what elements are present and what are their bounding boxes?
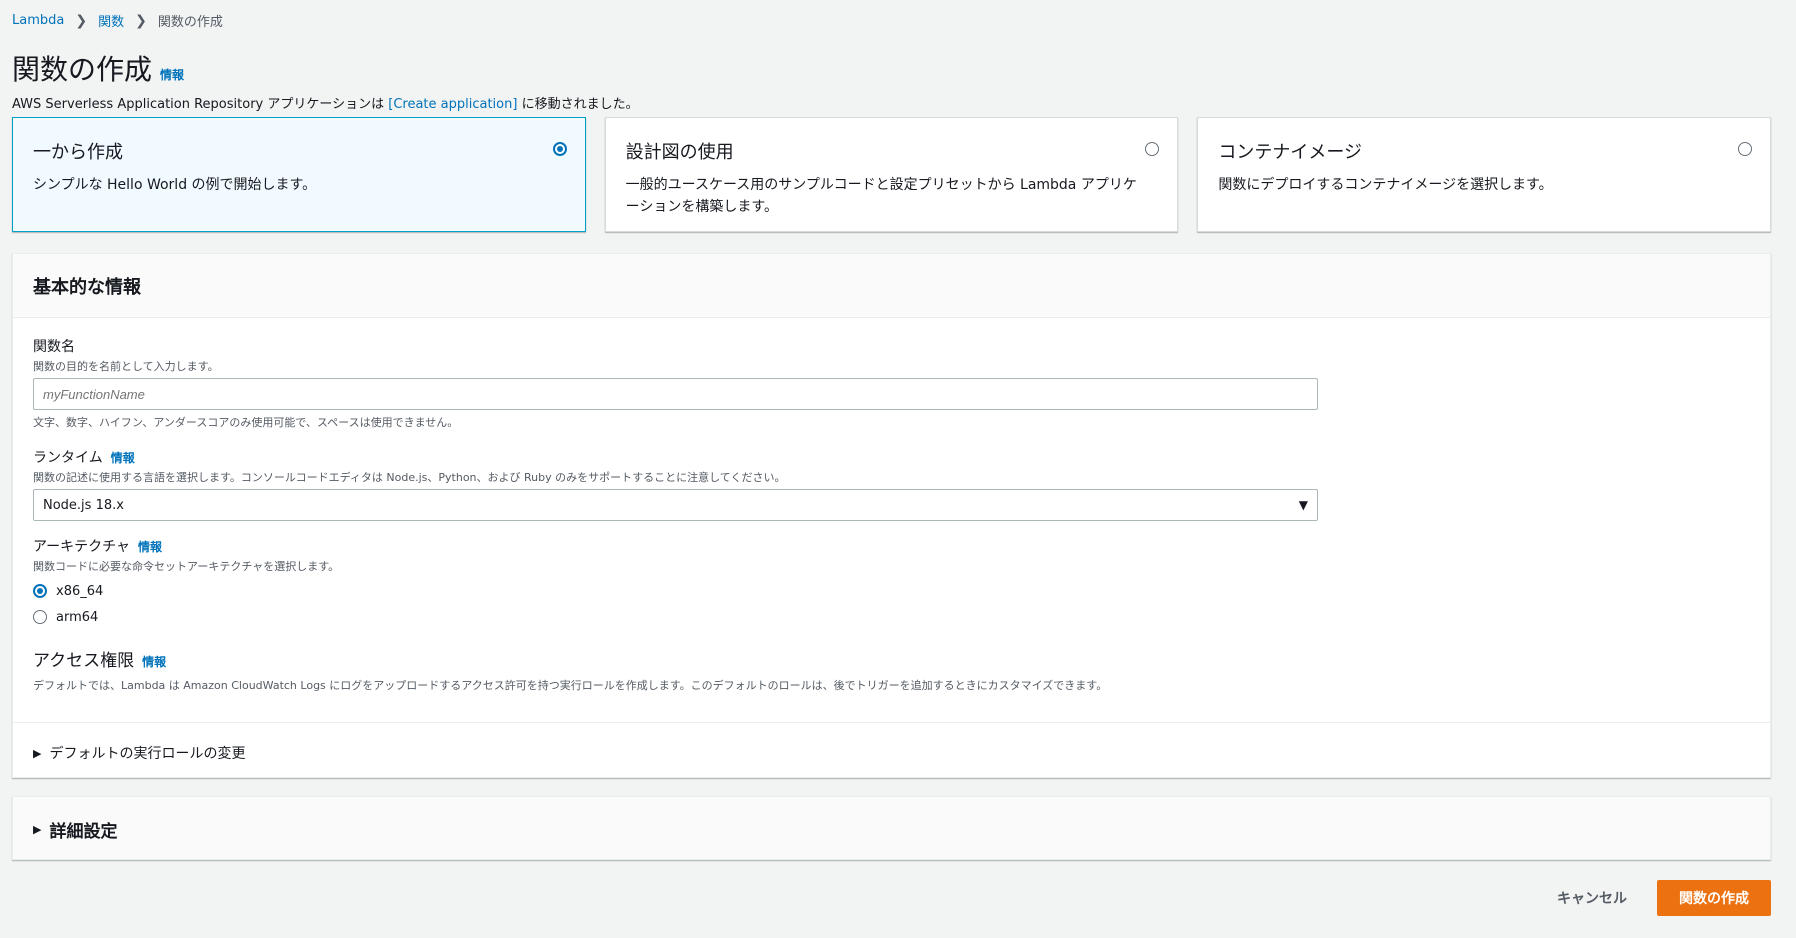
radio-unselected-icon[interactable] [1738,142,1753,156]
tile-description: 関数にデプロイするコンテナイメージを選択します。 [1218,177,1553,193]
radio-unselected-icon[interactable] [33,610,47,624]
creation-option-tiles: 一から作成 シンプルな Hello World の例で開始します。 設計図の使用… [12,117,1772,232]
runtime-label: ランタイム [33,450,103,466]
permissions-desc: デフォルトでは、Lambda は Amazon CloudWatch Logs … [33,679,1108,692]
radio-selected-icon[interactable] [552,142,567,156]
chevron-right-icon: ❯ [135,12,147,29]
function-name-constraint: 文字、数字、ハイフン、アンダースコアのみ使用可能で、スペースは使用できません。 [33,416,459,429]
permissions-label-row: アクセス権限 情報 [33,646,1107,671]
tile-description: シンプルな Hello World の例で開始します。 [33,177,317,193]
tile-title: 設計図の使用 [625,142,734,163]
basic-info-title: 基本的な情報 [33,276,141,298]
create-function-button[interactable]: 関数の作成 [1657,880,1771,916]
breadcrumb-functions-link[interactable]: 関数 [98,11,124,30]
permissions-info-link[interactable]: 情報 [142,653,166,670]
tile-author-from-scratch[interactable]: 一から作成 シンプルな Hello World の例で開始します。 [12,117,586,232]
runtime-field: ランタイム 情報 関数の記述に使用する言語を選択します。コンソールコードエディタ… [33,447,1318,521]
architecture-info-link[interactable]: 情報 [138,538,162,555]
form-actions: キャンセル 関数の作成 [1537,880,1771,916]
page-header: 関数の作成 情報 [12,48,184,88]
function-name-input[interactable] [33,378,1318,410]
radio-selected-icon[interactable] [33,584,47,598]
architecture-label: アーキテクチャ [33,539,131,555]
runtime-info-link[interactable]: 情報 [111,449,135,466]
notice-prefix: AWS Serverless Application Repository アプ… [12,97,389,112]
tile-title: 一から作成 [33,142,123,163]
permissions-label: アクセス権限 [33,651,135,671]
architecture-option-label: x86_64 [56,583,104,599]
notice-suffix: に移動されました。 [517,97,639,112]
advanced-settings-expander[interactable]: ▶ 詳細設定 [33,817,117,842]
tile-title: コンテナイメージ [1218,142,1362,163]
change-default-role-label: デフォルトの実行ロールの変更 [49,746,246,762]
create-application-link[interactable]: [Create application] [388,97,517,112]
architecture-desc: 関数コードに必要な命令セットアーキテクチャを選択します。 [33,560,340,573]
breadcrumb: Lambda ❯ 関数 ❯ 関数の作成 [12,11,223,31]
caret-right-icon: ▶ [33,823,42,836]
runtime-desc: 関数の記述に使用する言語を選択します。コンソールコードエディタは Node.js… [33,471,786,484]
caret-right-icon: ▶ [33,746,42,760]
permissions-field: アクセス権限 情報 デフォルトでは、Lambda は Amazon CloudW… [33,646,1107,693]
basic-info-panel: 基本的な情報 関数名 関数の目的を名前として入力します。 文字、数字、ハイフン、… [12,253,1771,778]
breadcrumb-lambda-link[interactable]: Lambda [12,13,64,28]
breadcrumb-current: 関数の作成 [157,15,223,30]
runtime-select[interactable]: Node.js 18.x ▼ [33,489,1318,521]
panel-divider [13,722,1770,723]
function-name-desc: 関数の目的を名前として入力します。 [33,360,219,373]
tile-container-image[interactable]: コンテナイメージ 関数にデプロイするコンテナイメージを選択します。 [1197,117,1772,232]
advanced-settings-panel: ▶ 詳細設定 [12,796,1771,860]
architecture-option-arm64[interactable]: arm64 [33,608,339,626]
chevron-right-icon: ❯ [75,12,88,29]
architecture-option-x86[interactable]: x86_64 [33,582,339,600]
tile-use-blueprint[interactable]: 設計図の使用 一般的ユースケース用のサンプルコードと設定プリセットから Lamb… [604,117,1179,232]
tile-description: 一般的ユースケース用のサンプルコードと設定プリセットから Lambda アプリケ… [625,177,1137,215]
sar-notice: AWS Serverless Application Repository アプ… [12,93,639,112]
advanced-settings-label: 詳細設定 [49,822,118,842]
architecture-option-label: arm64 [56,609,99,625]
cancel-button[interactable]: キャンセル [1537,882,1647,914]
architecture-label-row: アーキテクチャ 情報 [33,536,339,556]
page-title: 関数の作成 [12,53,153,86]
runtime-label-row: ランタイム 情報 [33,447,1318,467]
caret-down-icon: ▼ [1298,498,1308,512]
change-default-role-expander[interactable]: ▶ デフォルトの実行ロールの変更 [33,743,245,763]
page-info-link[interactable]: 情報 [160,66,184,83]
function-name-label: 関数名 [33,339,75,355]
function-name-field: 関数名 関数の目的を名前として入力します。 文字、数字、ハイフン、アンダースコア… [33,336,1318,430]
architecture-field: アーキテクチャ 情報 関数コードに必要な命令セットアーキテクチャを選択します。 … [33,536,339,626]
basic-info-header: 基本的な情報 [13,254,1770,318]
runtime-value: Node.js 18.x [43,497,124,513]
